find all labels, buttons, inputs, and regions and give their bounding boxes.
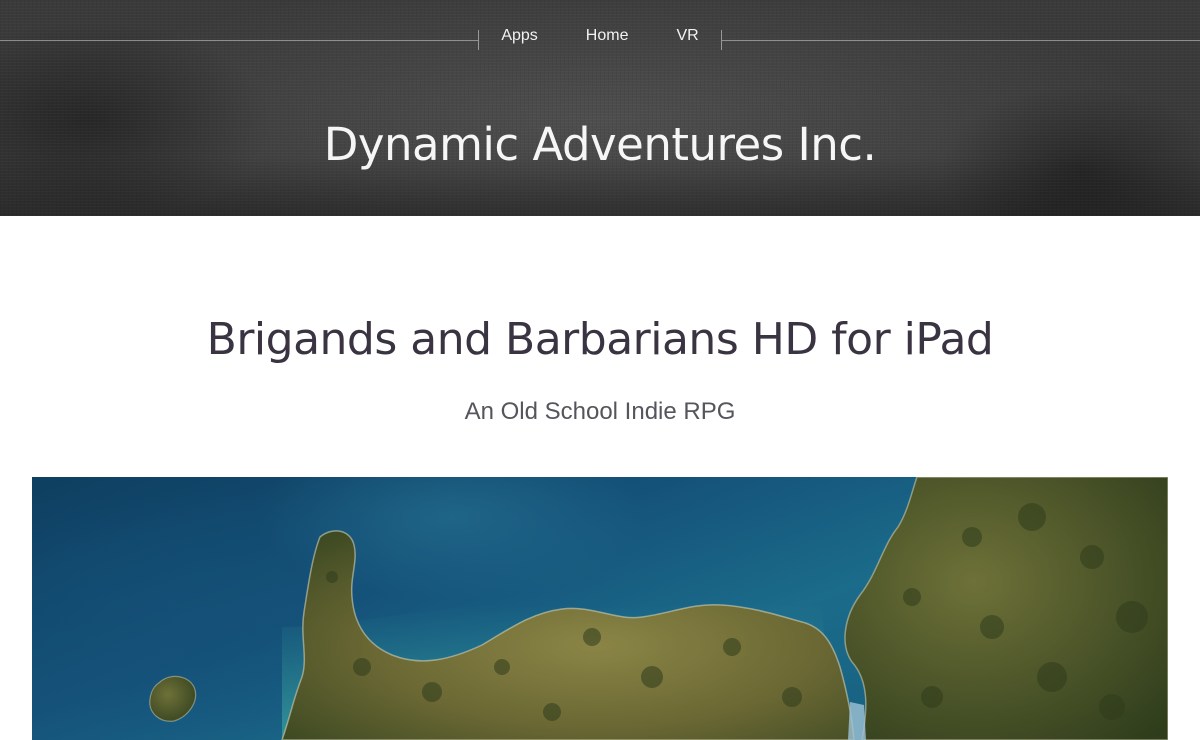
top-nav: Apps Home VR <box>478 24 722 48</box>
nav-link-home[interactable]: Home <box>562 24 653 48</box>
site-title[interactable]: Dynamic Adventures Inc. <box>0 113 1200 177</box>
page-title: Brigands and Barbarians HD for iPad <box>206 314 994 365</box>
map-terrain <box>149 477 1168 740</box>
site-header: Apps Home VR Dynamic Adventures Inc. <box>0 0 1200 216</box>
game-map-image <box>32 477 1168 740</box>
nav-link-vr[interactable]: VR <box>652 24 722 48</box>
page-subtitle: An Old School Indie RPG <box>464 398 736 425</box>
nav-divider-right <box>722 40 1200 41</box>
nav-divider-left <box>0 40 478 41</box>
nav-link-apps[interactable]: Apps <box>477 24 561 48</box>
